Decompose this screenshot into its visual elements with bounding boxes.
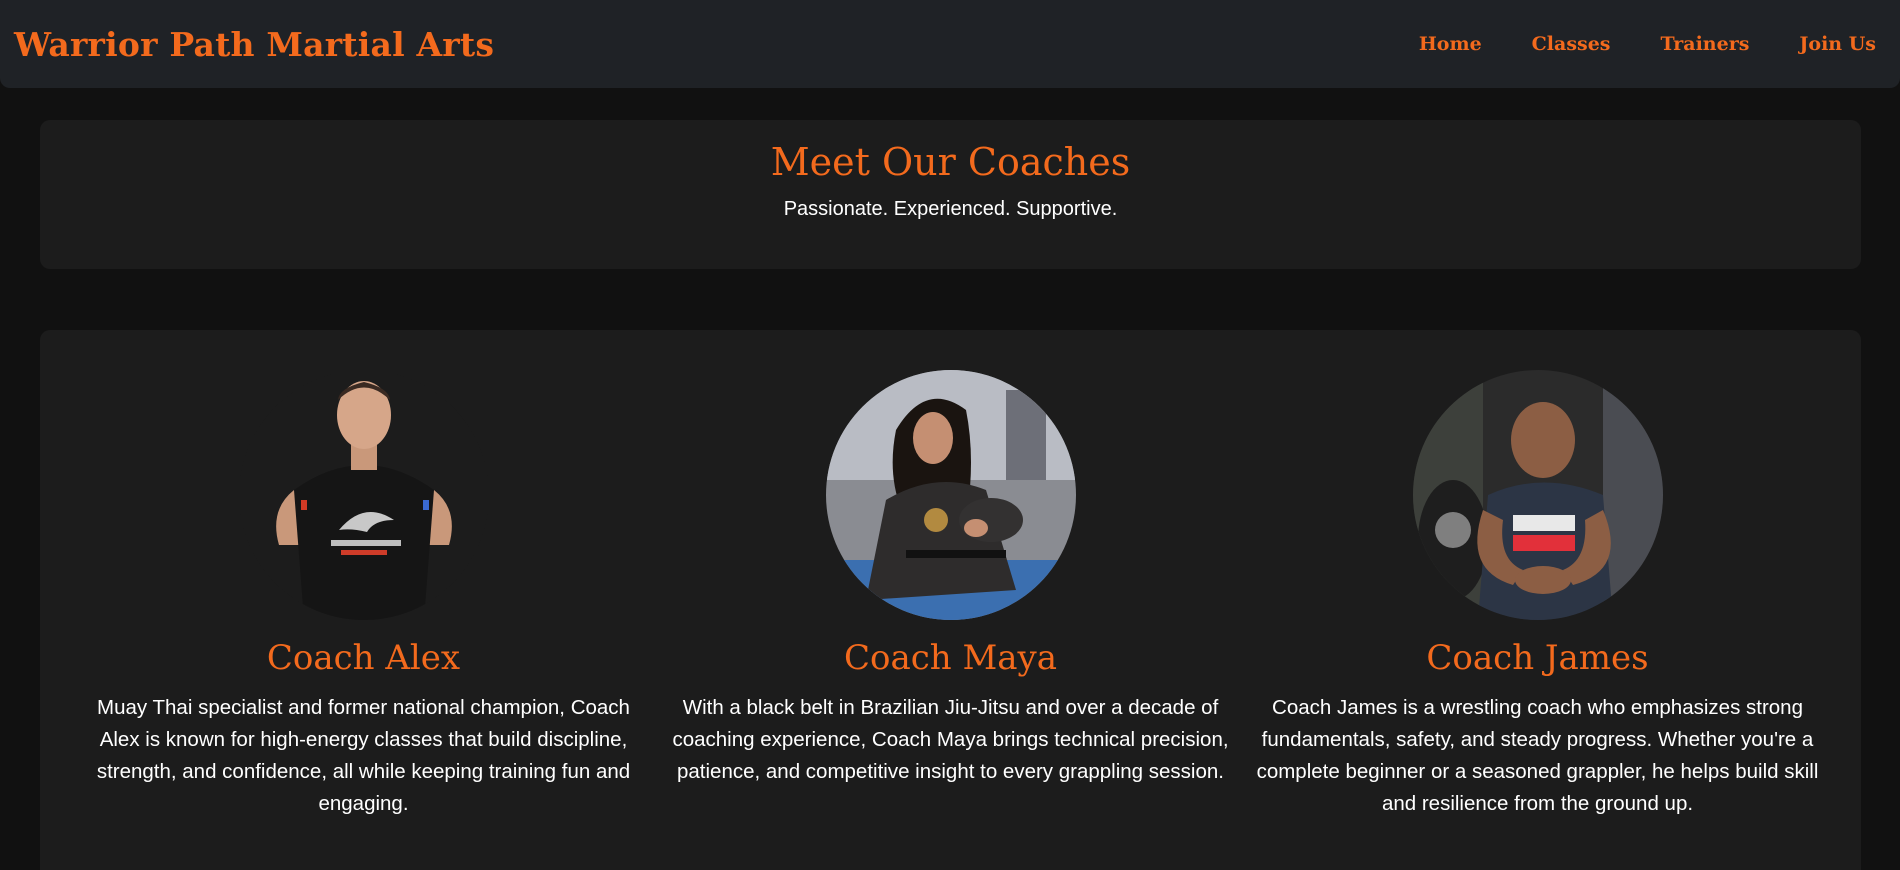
- hero-section: Meet Our Coaches Passionate. Experienced…: [40, 120, 1861, 269]
- navbar: Warrior Path Martial Arts Home Classes T…: [0, 0, 1900, 88]
- page-title: Meet Our Coaches: [770, 140, 1131, 184]
- coaches-section: Coach Alex Muay Thai specialist and form…: [40, 330, 1861, 870]
- coach-card-james: Coach James Coach James is a wrestling c…: [1244, 370, 1831, 870]
- coach-bio: Muay Thai specialist and former national…: [96, 696, 631, 815]
- nav-links: Home Classes Trainers Join Us: [1369, 33, 1876, 55]
- coach-card-alex: Coach Alex Muay Thai specialist and form…: [70, 370, 657, 870]
- coach-bio: Coach James is a wrestling coach who emp…: [1256, 696, 1819, 815]
- coach-name: Coach Maya: [843, 638, 1058, 678]
- coach-name: Coach James: [1426, 638, 1649, 678]
- nav-link-home[interactable]: Home: [1419, 33, 1482, 55]
- nav-link-join-us[interactable]: Join Us: [1799, 33, 1876, 55]
- coach-photo-james: [1412, 370, 1663, 620]
- coach-card-maya: Coach Maya With a black belt in Brazilia…: [657, 370, 1244, 870]
- coach-photo-maya: [825, 370, 1076, 620]
- coach-name: Coach Alex: [266, 638, 461, 678]
- nav-link-classes[interactable]: Classes: [1532, 33, 1611, 55]
- nav-link-trainers[interactable]: Trainers: [1661, 33, 1750, 55]
- brand-logo[interactable]: Warrior Path Martial Arts: [14, 25, 494, 64]
- page-subtitle: Passionate. Experienced. Supportive.: [783, 198, 1118, 220]
- coach-photo-alex: [238, 370, 489, 620]
- coach-bio: With a black belt in Brazilian Jiu-Jitsu…: [672, 696, 1229, 783]
